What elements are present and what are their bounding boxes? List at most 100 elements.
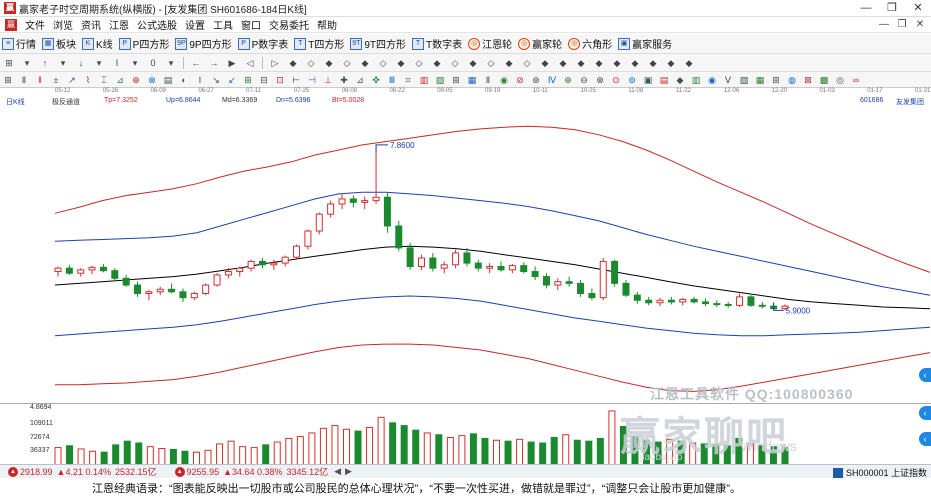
minimize-button[interactable]: — xyxy=(853,0,879,17)
analysis-tool-icon[interactable]: Ⅳ xyxy=(545,73,559,87)
toolbar-button-6[interactable]: T T四方形 xyxy=(292,35,348,53)
period-label[interactable]: 日K线 xyxy=(6,97,25,107)
drawing-tool-icon[interactable]: ◆ xyxy=(682,56,696,70)
analysis-tool-icon[interactable]: ◆ xyxy=(673,73,687,87)
analysis-tool-icon[interactable]: ▥ xyxy=(689,73,703,87)
drawing-tool-icon[interactable]: ▾ xyxy=(164,56,178,70)
drawing-tool-icon[interactable]: ◆ xyxy=(430,56,444,70)
drawing-tool-icon[interactable]: ▾ xyxy=(128,56,142,70)
menu-formula[interactable]: 公式选股 xyxy=(133,17,181,32)
analysis-tool-icon[interactable]: ± xyxy=(49,73,63,87)
kline-chart[interactable]: 7.8600 5.9000 xyxy=(0,108,931,403)
volume-side-toggle-icon[interactable]: ‹ xyxy=(919,406,931,420)
menu-gann[interactable]: 江恩 xyxy=(105,17,133,32)
analysis-tool-icon[interactable]: ✚ xyxy=(337,73,351,87)
analysis-tool-icon[interactable]: ⊚ xyxy=(625,73,639,87)
analysis-tool-icon[interactable]: ⊕ xyxy=(561,73,575,87)
menu-tools[interactable]: 工具 xyxy=(209,17,237,32)
analysis-tool-icon[interactable]: ⊠ xyxy=(801,73,815,87)
analysis-tool-icon[interactable]: ⊛ xyxy=(529,73,543,87)
menu-trade[interactable]: 交易委托 xyxy=(265,17,313,32)
analysis-tool-icon[interactable]: ↘ xyxy=(209,73,223,87)
drawing-tool-icon[interactable]: ◇ xyxy=(448,56,462,70)
analysis-tool-icon[interactable]: ‖ xyxy=(33,73,47,87)
analysis-tool-icon[interactable]: ▤ xyxy=(161,73,175,87)
analysis-tool-icon[interactable]: ⌶ xyxy=(97,73,111,87)
volume-side-toggle-icon-2[interactable]: ‹ xyxy=(919,432,931,446)
toolbar-button-8[interactable]: T T数字表 xyxy=(410,35,466,53)
analysis-tool-icon[interactable]: ⊞ xyxy=(1,73,15,87)
analysis-tool-icon[interactable]: ✜ xyxy=(369,73,383,87)
analysis-tool-icon[interactable]: ⊙ xyxy=(609,73,623,87)
toolbar-button-3[interactable]: P P四方形 xyxy=(117,35,174,53)
analysis-tool-icon[interactable]: ▦ xyxy=(465,73,479,87)
side-panel-toggle-icon[interactable]: ‹ xyxy=(919,368,931,382)
analysis-tool-icon[interactable]: ⊗ xyxy=(145,73,159,87)
status-prev-button[interactable]: ◀ xyxy=(334,466,341,477)
drawing-tool-icon[interactable]: ◇ xyxy=(520,56,534,70)
analysis-tool-icon[interactable]: ▥ xyxy=(417,73,431,87)
analysis-tool-icon[interactable]: ▩ xyxy=(817,73,831,87)
analysis-tool-icon[interactable]: ↙ xyxy=(225,73,239,87)
drawing-tool-icon[interactable]: ◆ xyxy=(358,56,372,70)
drawing-tool-icon[interactable]: ◇ xyxy=(412,56,426,70)
analysis-tool-icon[interactable]: Ⅴ xyxy=(721,73,735,87)
drawing-tool-icon[interactable]: ⊞ xyxy=(2,56,16,70)
analysis-tool-icon[interactable]: ⊥ xyxy=(321,73,335,87)
analysis-tool-icon[interactable]: ⊞ xyxy=(449,73,463,87)
drawing-tool-icon[interactable]: ◇ xyxy=(340,56,354,70)
drawing-tool-icon[interactable]: ◆ xyxy=(538,56,552,70)
drawing-tool-icon[interactable]: ▶ xyxy=(225,56,239,70)
toolbar-button-11[interactable]: ◎ 六角形 xyxy=(566,35,616,53)
toolbar-button-12[interactable]: ▣ 赢家服务 xyxy=(616,35,676,53)
toolbar-button-0[interactable]: ≡ 行情 xyxy=(0,35,40,53)
drawing-tool-icon[interactable]: ◆ xyxy=(556,56,570,70)
analysis-tool-icon[interactable]: ▤ xyxy=(657,73,671,87)
drawing-tool-icon[interactable]: ◆ xyxy=(628,56,642,70)
close-button[interactable]: ✕ xyxy=(905,0,931,17)
toolbar-button-9[interactable]: ◎ 江恩轮 xyxy=(466,35,516,53)
maximize-button[interactable]: ❐ xyxy=(879,0,905,17)
analysis-tool-icon[interactable]: ⊘ xyxy=(513,73,527,87)
sh-index-value[interactable]: 2918.99 xyxy=(20,467,53,477)
drawing-tool-icon[interactable]: ◆ xyxy=(646,56,660,70)
sz-index-value[interactable]: 9255.95 xyxy=(187,467,220,477)
analysis-tool-icon[interactable]: ◉ xyxy=(497,73,511,87)
toolbar-button-2[interactable]: K K线 xyxy=(80,35,117,53)
volume-chart[interactable] xyxy=(0,404,931,466)
analysis-tool-icon[interactable]: ⊕ xyxy=(129,73,143,87)
analysis-tool-icon[interactable]: ◐ xyxy=(177,73,191,87)
drawing-tool-icon[interactable]: ← xyxy=(189,56,203,70)
drawing-tool-icon[interactable]: 0 xyxy=(146,56,160,70)
menu-window[interactable]: 窗口 xyxy=(237,17,265,32)
drawing-tool-icon[interactable]: ◇ xyxy=(304,56,318,70)
mdi-close-button[interactable]: ✕ xyxy=(911,17,929,33)
analysis-tool-icon[interactable]: ⊣ xyxy=(305,73,319,87)
menu-browse[interactable]: 浏览 xyxy=(49,17,77,32)
analysis-tool-icon[interactable]: ⊟ xyxy=(257,73,271,87)
mdi-minimize-button[interactable]: — xyxy=(875,17,893,33)
toolbar-button-7[interactable]: 9T 9T四方形 xyxy=(348,35,410,53)
analysis-tool-icon[interactable]: ∞ xyxy=(849,73,863,87)
menu-settings[interactable]: 设置 xyxy=(181,17,209,32)
mdi-restore-button[interactable]: ❐ xyxy=(893,17,911,33)
drawing-tool-icon[interactable]: ▾ xyxy=(20,56,34,70)
drawing-tool-icon[interactable]: ◆ xyxy=(664,56,678,70)
drawing-tool-icon[interactable]: ◆ xyxy=(322,56,336,70)
drawing-tool-icon[interactable]: ◆ xyxy=(592,56,606,70)
analysis-tool-icon[interactable]: Ⅱ xyxy=(17,73,31,87)
drawing-tool-icon[interactable]: ◁ xyxy=(243,56,257,70)
menu-file[interactable]: 文件 xyxy=(21,17,49,32)
analysis-tool-icon[interactable]: ⊢ xyxy=(289,73,303,87)
drawing-tool-icon[interactable]: ▾ xyxy=(56,56,70,70)
analysis-tool-icon[interactable]: ⊿ xyxy=(113,73,127,87)
drawing-tool-icon[interactable]: ↑ xyxy=(38,56,52,70)
analysis-tool-icon[interactable]: ⊡ xyxy=(273,73,287,87)
analysis-tool-icon[interactable]: ⊗ xyxy=(593,73,607,87)
drawing-tool-icon[interactable]: ▾ xyxy=(92,56,106,70)
analysis-tool-icon[interactable]: ▦ xyxy=(753,73,767,87)
drawing-tool-icon[interactable]: ◆ xyxy=(610,56,624,70)
volume-panel[interactable]: 4.8694 109011 72674 36337 ‹ ‹ xyxy=(0,403,931,466)
drawing-tool-icon[interactable]: ◇ xyxy=(376,56,390,70)
toolbar-button-10[interactable]: ◎ 赢家轮 xyxy=(516,35,566,53)
